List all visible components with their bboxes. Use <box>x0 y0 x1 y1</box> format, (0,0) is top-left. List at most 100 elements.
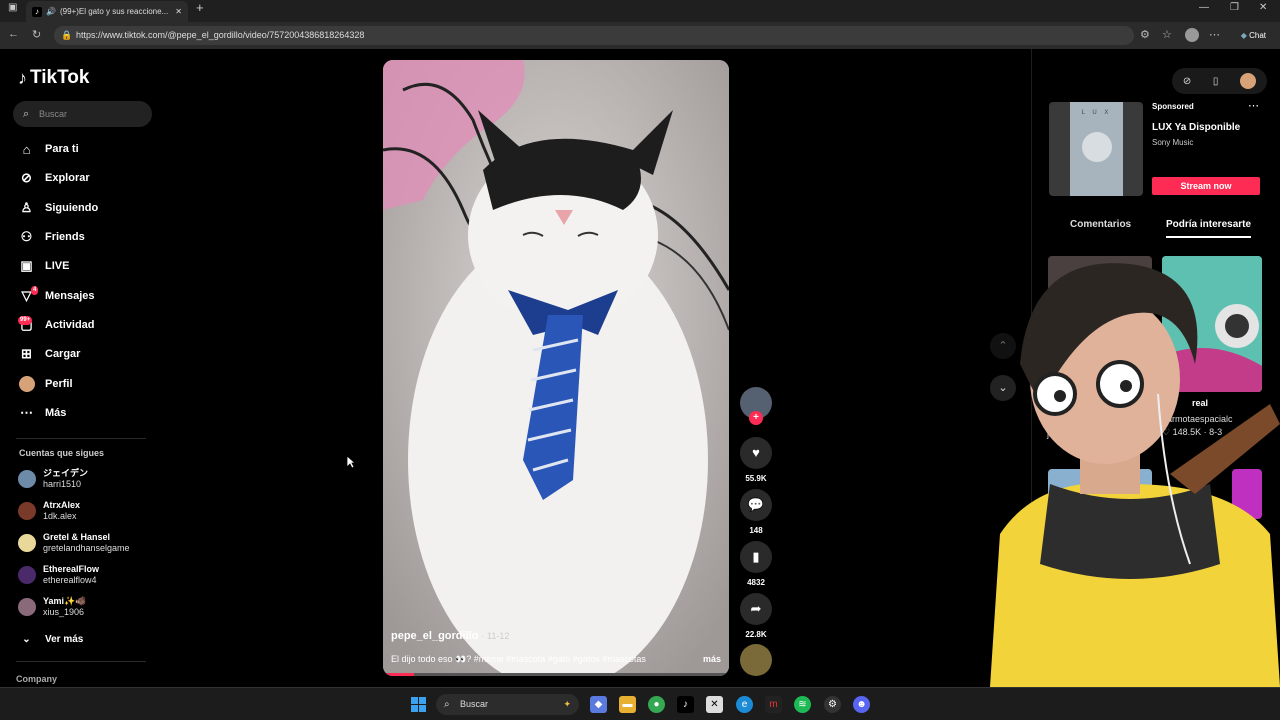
follow-plus-button[interactable]: + <box>749 411 763 425</box>
favorites-icon[interactable]: ☆ <box>1162 28 1172 41</box>
following-account[interactable]: ジェイデン harri1510 <box>18 465 88 493</box>
account-name: Gretel & Hansel <box>43 532 111 542</box>
avatar <box>18 534 36 552</box>
minimize-icon[interactable]: — <box>1199 2 1209 13</box>
close-tab-icon[interactable]: ✕ <box>175 7 182 16</box>
following-account[interactable]: AtrxAlex 1dk.alex <box>18 497 80 525</box>
caption-more-button[interactable]: más <box>703 654 721 665</box>
nav-explorar[interactable]: ⊘ Explorar <box>18 168 90 188</box>
steam-icon[interactable]: ⚙ <box>824 696 841 713</box>
bookmark-icon: ▮ <box>740 541 772 573</box>
account-handle: harri1510 <box>43 479 82 489</box>
tiktok-logo[interactable]: ♪ TikTok <box>18 67 89 89</box>
share-button[interactable]: ➦ 22.8K <box>740 593 772 639</box>
restore-icon[interactable]: ❐ <box>1230 2 1239 13</box>
profile-avatar[interactable] <box>1185 28 1199 42</box>
account-handle: xius_1906 <box>43 607 85 617</box>
nav-mas[interactable]: ⋯ Más <box>18 403 66 423</box>
back-icon[interactable]: ← <box>8 28 19 40</box>
nav-live[interactable]: ▣ LIVE <box>18 256 69 276</box>
following-account[interactable]: Yami✨🐗 xius_1906 <box>18 593 86 621</box>
edge-icon[interactable]: e <box>736 696 753 713</box>
following-account[interactable]: Gretel & Hansel gretelandhanselgame <box>18 529 130 557</box>
ad-more-icon[interactable]: ⋯ <box>1248 99 1259 112</box>
nav-label: Cargar <box>45 348 81 360</box>
divider <box>16 661 146 662</box>
nav-siguiendo[interactable]: ♙ Siguiendo <box>18 198 99 218</box>
home-icon: ⌂ <box>22 141 31 157</box>
like-count: 55.9K <box>745 474 767 483</box>
sidebar-toggle-icon[interactable]: ▣ <box>8 2 17 13</box>
tiktok-app-icon[interactable]: ♪ <box>677 696 694 713</box>
nav-label: Para ti <box>45 143 79 155</box>
account-handle: etherealflow4 <box>43 575 97 585</box>
address-bar: ← ↻ 🔒 https://www.tiktok.com/@pepe_el_go… <box>0 22 1280 49</box>
see-more-label: Ver más <box>45 633 84 645</box>
nav-perfil[interactable]: Perfil <box>18 374 73 394</box>
compass-icon[interactable]: ⊘ <box>1183 76 1191 87</box>
new-tab-button[interactable]: + <box>196 0 204 15</box>
ad-subtitle: Sony Music <box>1152 138 1194 147</box>
tiktok-icon: ♪ <box>32 6 42 17</box>
save-count: 4832 <box>747 578 765 587</box>
company-link[interactable]: Company <box>16 674 57 684</box>
stream-now-button[interactable]: Stream now <box>1152 177 1260 195</box>
url-field[interactable]: 🔒 https://www.tiktok.com/@pepe_el_gordil… <box>54 26 1134 45</box>
copilot-icon: ◆ <box>1240 31 1247 40</box>
windows-start-icon[interactable] <box>410 696 427 713</box>
compass-icon: ⊘ <box>21 170 32 185</box>
like-button[interactable]: ♥ 55.9K <box>740 437 772 483</box>
comment-button[interactable]: 💬 148 <box>740 489 772 535</box>
copilot-chat-button[interactable]: ◆ Chat <box>1234 26 1272 45</box>
taskbar-search-input[interactable]: ⌕ Buscar ✦ <box>436 694 579 715</box>
account-name: ジェイデン <box>43 468 89 478</box>
see-more-button[interactable]: ⌄ Ver más <box>18 629 83 649</box>
menu-dots-icon[interactable]: ⋯ <box>1209 28 1220 41</box>
video-author[interactable]: pepe_el_gordillo · 11-12 <box>391 630 509 642</box>
save-button[interactable]: ▮ 4832 <box>740 541 772 587</box>
following-title: Cuentas que sigues <box>19 448 105 458</box>
nav-label: Actividad <box>45 319 95 331</box>
nav-mensajes[interactable]: ▽ Mensajes <box>18 286 95 306</box>
copilot-icon[interactable]: ◆ <box>590 696 607 713</box>
discord-icon[interactable]: ☻ <box>853 696 870 713</box>
browser-tab[interactable]: ♪ 🔊 (99+)El gato y sus reaccione... ✕ <box>26 1 188 22</box>
video-progress-bar[interactable] <box>383 673 729 676</box>
cd-disc-icon <box>1082 132 1112 162</box>
tab-podria-interesarte[interactable]: Podría interesarte <box>1166 219 1252 238</box>
nav-para-ti[interactable]: ⌂ Para ti <box>18 139 79 159</box>
capcut-icon[interactable]: ✕ <box>706 696 723 713</box>
refresh-icon[interactable]: ↻ <box>32 28 41 41</box>
avatar <box>18 566 36 584</box>
search-input[interactable]: ⌕ Buscar <box>13 101 152 127</box>
user-follow-icon: ♙ <box>20 200 33 215</box>
avatar[interactable] <box>1240 73 1257 89</box>
file-explorer-icon[interactable]: ▬ <box>619 696 636 713</box>
vtuber-avatar-overlay <box>990 263 1280 687</box>
comment-icon: 💬 <box>740 489 772 521</box>
music-disc-button[interactable] <box>740 644 772 676</box>
close-window-icon[interactable]: ✕ <box>1259 2 1267 13</box>
phone-icon[interactable]: ▯ <box>1213 76 1219 87</box>
friends-icon: ⚇ <box>20 229 33 244</box>
progress-fill <box>383 673 415 676</box>
video-username: pepe_el_gordillo <box>391 630 479 642</box>
tab-comentarios[interactable]: Comentarios <box>1070 219 1131 230</box>
video-player[interactable]: pepe_el_gordillo · 11-12 El dijo todo es… <box>383 60 729 676</box>
cat-video-frame <box>383 60 729 676</box>
speaker-icon[interactable]: 🔊 <box>46 7 56 16</box>
divider <box>16 438 146 439</box>
account-name: EtherealFlow <box>43 564 100 574</box>
spotify-icon[interactable]: ≋ <box>794 696 811 713</box>
account-handle: gretelandhanselgame <box>43 543 130 553</box>
nav-cargar[interactable]: ⊞ Cargar <box>18 344 80 364</box>
nav-friends[interactable]: ⚇ Friends <box>18 227 85 247</box>
mouse-cursor-icon <box>346 455 355 469</box>
search-icon: ⌕ <box>444 699 450 710</box>
video-caption: El dijo todo eso 👀? #meme #mascota #gato… <box>391 654 721 665</box>
extensions-icon[interactable]: ⚙ <box>1140 28 1150 41</box>
following-account[interactable]: EtherealFlow etherealflow4 <box>18 561 99 589</box>
ad-album-cover[interactable]: L U X <box>1049 102 1143 196</box>
app-icon[interactable]: m <box>765 696 782 713</box>
chrome-icon[interactable]: ● <box>648 696 665 713</box>
